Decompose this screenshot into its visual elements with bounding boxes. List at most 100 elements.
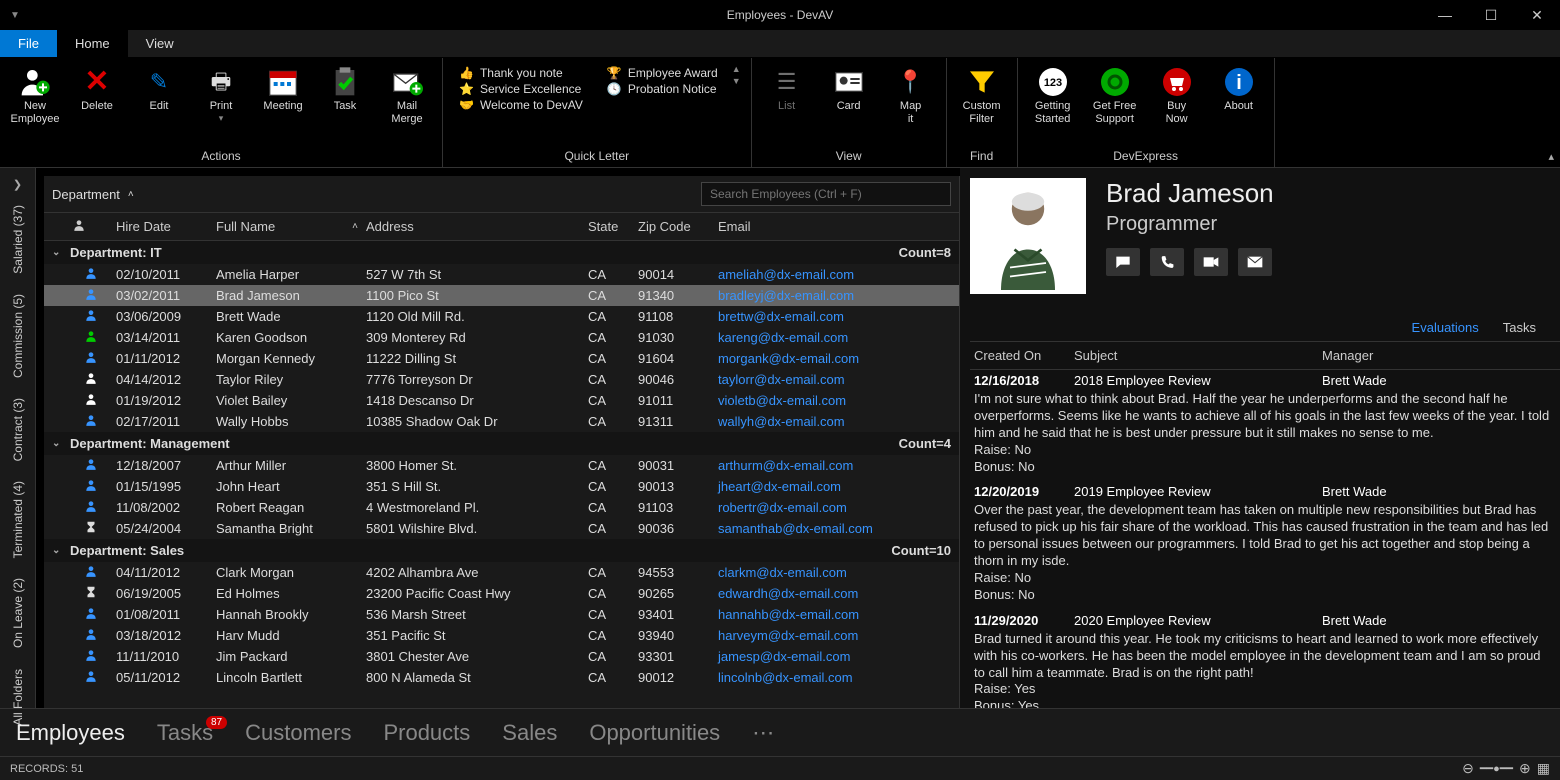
table-row[interactable]: 06/19/2005Ed Holmes23200 Pacific Coast H… [44, 583, 959, 604]
table-row[interactable]: 05/11/2012Lincoln Bartlett800 N Alameda … [44, 667, 959, 688]
email-button[interactable] [1238, 248, 1272, 276]
column-headers: Hire Date Full Name˄ Address State Zip C… [44, 213, 959, 241]
col-email[interactable]: Email [718, 219, 959, 234]
table-row[interactable]: 02/10/2011Amelia Harper527 W 7th StCA900… [44, 264, 959, 285]
tab-evaluations[interactable]: Evaluations [1400, 314, 1491, 341]
table-row[interactable]: 02/17/2011Wally Hobbs10385 Shadow Oak Dr… [44, 411, 959, 432]
tab-view[interactable]: View [128, 30, 192, 57]
print-button[interactable]: 🖶Print▾ [192, 64, 250, 126]
person-icon [66, 520, 116, 537]
get-free-support-button[interactable]: Get Free Support [1086, 64, 1144, 128]
table-row[interactable]: 12/18/2007Arthur Miller3800 Homer St.CA9… [44, 455, 959, 476]
btab-products[interactable]: Products [383, 720, 470, 746]
trophy-icon: 🏆 [607, 66, 622, 80]
person-icon [66, 350, 116, 367]
table-row[interactable]: 01/15/1995John Heart351 S Hill St.CA9001… [44, 476, 959, 497]
evaluation-entry[interactable]: 11/29/20202020 Employee ReviewBrett Wade… [974, 610, 1550, 708]
list-view-button[interactable]: ☰List [758, 64, 816, 115]
ql-welcome[interactable]: 🤝Welcome to DevAV [459, 98, 583, 112]
edit-button[interactable]: ✎Edit [130, 64, 188, 115]
col-icon[interactable] [44, 218, 116, 235]
cart-icon [1161, 66, 1193, 98]
mail-merge-button[interactable]: Mail Merge [378, 64, 436, 128]
sidebar-expand-icon[interactable]: ❯ [13, 174, 22, 195]
task-button[interactable]: Task [316, 64, 374, 115]
table-row[interactable]: 03/18/2012Harv Mudd351 Pacific StCA93940… [44, 625, 959, 646]
table-row[interactable]: 03/02/2011Brad Jameson1100 Pico StCA9134… [44, 285, 959, 306]
table-row[interactable]: 03/06/2009Brett Wade1120 Old Mill Rd.CA9… [44, 306, 959, 327]
group-row[interactable]: ⌄Department: ITCount=8 [44, 241, 959, 264]
ql-up[interactable]: ▲ [732, 64, 741, 74]
ql-thank-you[interactable]: 👍Thank you note [459, 66, 583, 80]
meeting-button[interactable]: Meeting [254, 64, 312, 115]
sidebar-item-3[interactable]: Terminated (4) [11, 471, 25, 568]
tab-tasks[interactable]: Tasks [1491, 314, 1548, 341]
eval-col-subject[interactable]: Subject [1074, 348, 1322, 363]
evaluation-entry[interactable]: 12/20/20192019 Employee ReviewBrett Wade… [974, 481, 1550, 603]
maximize-button[interactable]: ☐ [1468, 0, 1514, 30]
col-hire-date[interactable]: Hire Date [116, 219, 216, 234]
buy-now-button[interactable]: Buy Now [1148, 64, 1206, 128]
message-button[interactable] [1106, 248, 1140, 276]
group-row[interactable]: ⌄Department: SalesCount=10 [44, 539, 959, 562]
table-row[interactable]: 01/11/2012Morgan Kennedy11222 Dilling St… [44, 348, 959, 369]
sidebar-item-1[interactable]: Commission (5) [11, 284, 25, 388]
search-input[interactable] [701, 182, 951, 206]
delete-button[interactable]: ✕Delete [68, 64, 126, 115]
table-row[interactable]: 04/11/2012Clark Morgan4202 Alhambra AveC… [44, 562, 959, 583]
person-icon [66, 266, 116, 283]
col-zip[interactable]: Zip Code [638, 219, 718, 234]
zoom-in-icon[interactable]: ⊕ [1519, 760, 1531, 777]
phone-button[interactable] [1150, 248, 1184, 276]
ql-probation-notice[interactable]: 🕓Probation Notice [607, 82, 718, 96]
window-title: Employees - DevAV [727, 8, 833, 22]
custom-filter-button[interactable]: Custom Filter [953, 64, 1011, 128]
minimize-button[interactable]: — [1422, 0, 1468, 30]
col-state[interactable]: State [588, 219, 638, 234]
btab-tasks[interactable]: Tasks87 [157, 720, 213, 746]
group-by-pill[interactable]: Department˄ [52, 187, 134, 202]
person-icon [66, 392, 116, 409]
clipboard-check-icon [329, 66, 361, 98]
col-address[interactable]: Address [366, 219, 588, 234]
btab-customers[interactable]: Customers [245, 720, 351, 746]
ql-down[interactable]: ▼ [732, 76, 741, 86]
card-view-button[interactable]: Card [820, 64, 878, 115]
about-button[interactable]: iAbout [1210, 64, 1268, 115]
table-row[interactable]: 04/14/2012Taylor Riley7776 Torreyson DrC… [44, 369, 959, 390]
evaluation-entry[interactable]: 12/16/20182018 Employee ReviewBrett Wade… [974, 370, 1550, 475]
ql-employee-award[interactable]: 🏆Employee Award [607, 66, 718, 80]
col-full-name[interactable]: Full Name˄ [216, 219, 366, 234]
ribbon-collapse-icon[interactable]: ▴ [1548, 150, 1554, 163]
table-row[interactable]: 03/14/2011Karen Goodson309 Monterey RdCA… [44, 327, 959, 348]
map-it-button[interactable]: 📍Map it [882, 64, 940, 128]
table-row[interactable]: 01/08/2011Hannah Brookly536 Marsh Street… [44, 604, 959, 625]
btab-more[interactable]: ⋯ [752, 720, 774, 746]
btab-employees[interactable]: Employees [16, 720, 125, 746]
table-row[interactable]: 11/11/2010Jim Packard3801 Chester AveCA9… [44, 646, 959, 667]
sidebar-item-2[interactable]: Contract (3) [11, 388, 25, 471]
view-mode-icon[interactable]: ▦ [1537, 760, 1550, 777]
close-button[interactable]: ✕ [1514, 0, 1560, 30]
video-button[interactable] [1194, 248, 1228, 276]
tab-home[interactable]: Home [57, 30, 128, 57]
table-row[interactable]: 01/19/2012Violet Bailey1418 Descanso DrC… [44, 390, 959, 411]
table-row[interactable]: 11/08/2002Robert Reagan4 Westmoreland Pl… [44, 497, 959, 518]
sidebar-item-4[interactable]: On Leave (2) [11, 568, 25, 658]
zoom-slider-icon[interactable]: ━━●━━ [1480, 762, 1513, 775]
btab-opportunities[interactable]: Opportunities [589, 720, 720, 746]
group-row[interactable]: ⌄Department: ManagementCount=4 [44, 432, 959, 455]
getting-started-button[interactable]: 123Getting Started [1024, 64, 1082, 128]
table-row[interactable]: 05/24/2004Samantha Bright5801 Wilshire B… [44, 518, 959, 539]
app-menu-caret[interactable]: ▼ [0, 10, 30, 21]
btab-sales[interactable]: Sales [502, 720, 557, 746]
zoom-out-icon[interactable]: ⊖ [1462, 760, 1474, 777]
tab-file[interactable]: File [0, 30, 57, 57]
ql-service-excellence[interactable]: ⭐Service Excellence [459, 82, 583, 96]
person-icon [66, 627, 116, 644]
new-employee-button[interactable]: New Employee [6, 64, 64, 128]
eval-col-created[interactable]: Created On [974, 348, 1074, 363]
eval-col-manager[interactable]: Manager [1322, 348, 1556, 363]
person-icon [66, 648, 116, 665]
sidebar-item-0[interactable]: Salaried (37) [11, 195, 25, 284]
